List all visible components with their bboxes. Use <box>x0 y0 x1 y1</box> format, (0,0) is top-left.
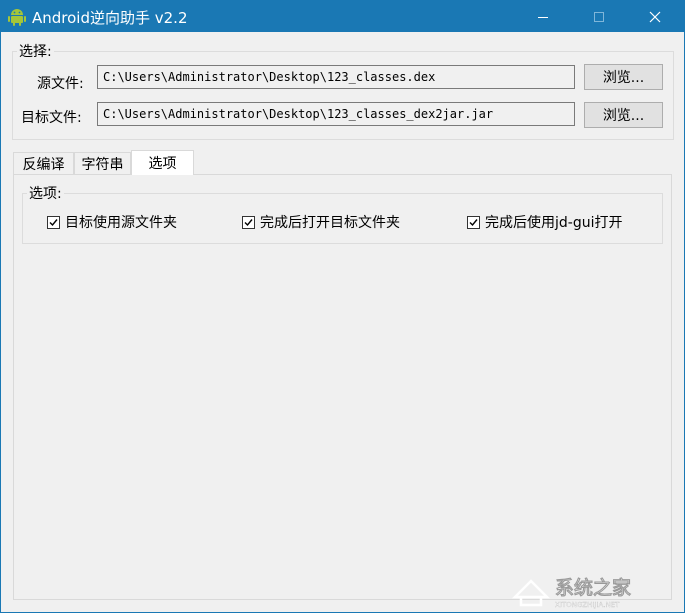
select-group-title: 选择: <box>17 41 54 61</box>
open-target-folder-checkbox[interactable]: 完成后打开目标文件夹 <box>242 212 400 232</box>
title-bar[interactable]: Android逆向助手 v2.2 <box>1 1 684 32</box>
close-button[interactable] <box>632 1 678 32</box>
use-source-folder-label: 目标使用源文件夹 <box>65 215 177 231</box>
open-with-jdgui-label: 完成后使用jd-gui打开 <box>485 215 623 231</box>
watermark-subtext: XITONGZHIJIA.NET <box>555 601 620 609</box>
android-icon <box>8 9 26 26</box>
browse-source-button[interactable]: 浏览... <box>584 64 663 90</box>
checkbox-checked-icon <box>467 215 480 229</box>
checkbox-checked-icon <box>242 215 255 229</box>
checkbox-checked-icon <box>47 215 60 229</box>
source-file-input[interactable]: C:\Users\Administrator\Desktop\123_class… <box>97 65 575 89</box>
tab-decompile[interactable]: 反编译 <box>13 152 74 174</box>
window-title: Android逆向助手 v2.2 <box>32 9 188 27</box>
tab-decompile-label: 反编译 <box>22 156 65 173</box>
open-with-jdgui-checkbox[interactable]: 完成后使用jd-gui打开 <box>467 212 622 232</box>
options-group-title: 选项: <box>27 183 64 203</box>
browse-target-label: 浏览... <box>602 108 645 124</box>
tab-options[interactable]: 选项 <box>131 150 194 175</box>
target-file-input[interactable]: C:\Users\Administrator\Desktop\123_class… <box>97 102 575 126</box>
use-source-folder-checkbox[interactable]: 目标使用源文件夹 <box>47 212 177 232</box>
target-file-label: 目标文件: <box>21 110 82 126</box>
browse-target-button[interactable]: 浏览... <box>584 102 663 128</box>
tab-options-label: 选项 <box>148 156 177 172</box>
minimize-button[interactable] <box>520 1 566 32</box>
maximize-button[interactable] <box>576 1 622 32</box>
minimize-icon <box>538 16 548 18</box>
close-icon <box>649 11 661 22</box>
tab-strings[interactable]: 字符串 <box>74 152 131 174</box>
xitongzhijia-watermark: 系统之家 XITONGZHIJIA.NET <box>511 576 632 609</box>
tab-strings-label: 字符串 <box>81 156 124 173</box>
app-window: Android逆向助手 v2.2 选择: 源文件: C:\Users\Admin… <box>0 0 685 613</box>
browse-source-label: 浏览... <box>602 70 645 86</box>
maximize-icon <box>594 11 604 22</box>
watermark-text: 系统之家 <box>555 576 632 599</box>
source-file-label: 源文件: <box>37 76 84 92</box>
open-target-folder-label: 完成后打开目标文件夹 <box>260 215 400 231</box>
